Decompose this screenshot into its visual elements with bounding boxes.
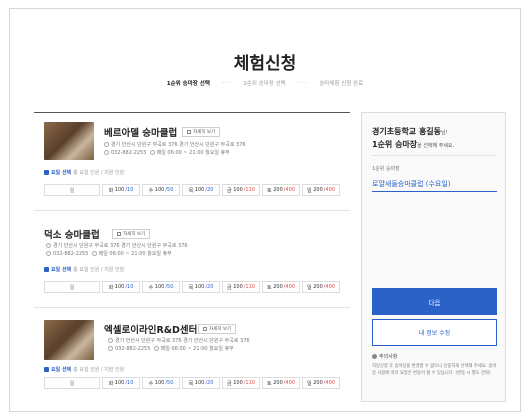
day-option[interactable]: 목 100/20: [182, 184, 220, 196]
day-select-label: 요일 선택 총 요일 인원 / 지원 인원: [44, 169, 124, 176]
detail-button[interactable]: 자세히 보기: [182, 127, 221, 137]
detail-button[interactable]: 자세히 보기: [112, 229, 151, 239]
club-contact: 032-882-2255 매일 06:00 ~ 21:00 월요일 휴무: [108, 345, 234, 353]
step-1: 1순위 승마장 선택: [166, 81, 210, 87]
greeting-instruction: 1순위 승마장을 선택해 주세요.: [372, 140, 455, 149]
panel-divider: [372, 155, 497, 156]
location-icon: [108, 338, 113, 343]
clock-icon: [91, 251, 97, 256]
day-option[interactable]: 일: [44, 281, 100, 293]
day-option[interactable]: 일 200/400: [302, 281, 340, 293]
phone-icon: [104, 150, 109, 155]
day-option[interactable]: 일: [44, 184, 100, 196]
club-card: 덕소 승마클럽 자세히 보기 경기 안산시 단원구 부곡로 376 경기 안산시…: [34, 211, 350, 308]
map-icon: [117, 231, 121, 236]
day-options: 일 화 100/10 수 100/50 목 100/20 금 100/110 토…: [44, 184, 340, 196]
next-button[interactable]: 다음: [372, 288, 497, 315]
step-separator: - - -: [221, 80, 232, 86]
selected-club-value: 로얄새들승마클럽 (수요일): [372, 180, 451, 188]
detail-button[interactable]: 자세히 보기: [198, 324, 237, 334]
day-option[interactable]: 금 100/110: [222, 377, 260, 389]
day-options: 일 화 100/10 수 100/50 목 100/20 금 100/110 토…: [44, 377, 340, 389]
club-card: 베르아델 승마클럽 자세히 보기 경기 안산시 단원구 부곡로 376 경기 안…: [34, 113, 350, 211]
club-address: 경기 안산시 단원구 부곡로 376 경기 안산시 단원구 부곡로 376: [104, 141, 246, 149]
notice-title: 주의사항: [372, 353, 397, 360]
day-option[interactable]: 토 200/400: [262, 281, 300, 293]
day-option[interactable]: 목 100/20: [182, 281, 220, 293]
calendar-icon: [44, 170, 49, 175]
step-2: 2순위 승마장 선택: [243, 81, 286, 87]
clock-icon: [149, 150, 155, 155]
day-option[interactable]: 화 100/10: [102, 377, 140, 389]
day-option[interactable]: 화 100/10: [102, 281, 140, 293]
day-option[interactable]: 금 100/110: [222, 184, 260, 196]
club-contact: 032-882-2255 매일 06:00 ~ 21:00 월요일 휴무: [46, 250, 172, 258]
day-option[interactable]: 일: [44, 377, 100, 389]
club-name: 베르아델 승마클럽: [104, 128, 178, 139]
riding-club-list: 베르아델 승마클럽 자세히 보기 경기 안산시 단원구 부곡로 376 경기 안…: [34, 112, 350, 405]
location-icon: [46, 243, 51, 248]
club-name: 덕소 승마클럽: [44, 230, 100, 241]
day-select-label: 요일 선택 총 요일 인원 / 지원 인원: [44, 266, 124, 273]
calendar-icon: [44, 367, 49, 372]
day-option[interactable]: 금 100/110: [222, 281, 260, 293]
page-title: 체험신청: [233, 54, 297, 74]
step-3: 승마체험 신청 완료: [319, 81, 364, 87]
club-photo: [44, 320, 94, 360]
day-options: 일 화 100/10 수 100/50 목 100/20 금 100/110 토…: [44, 281, 340, 293]
edit-profile-button[interactable]: 내 정보 수정: [372, 319, 497, 346]
club-name: 엑셀로이라인R&D센터: [104, 325, 198, 336]
calendar-icon: [44, 267, 49, 272]
day-option[interactable]: 토 200/400: [262, 184, 300, 196]
selection-panel: 경기초등학교 홍길동님! 1순위 승마장을 선택해 주세요. 1순위 승마장 로…: [361, 112, 506, 402]
day-option[interactable]: 일 200/400: [302, 377, 340, 389]
day-option[interactable]: 수 100/50: [142, 281, 180, 293]
day-option[interactable]: 수 100/50: [142, 184, 180, 196]
club-address: 경기 안산시 단원구 부곡로 376 경기 안산시 단원구 부곡로 376: [108, 337, 250, 345]
step-indicator: 1순위 승마장 선택 - - - 2순위 승마장 선택 - - - 승마체험 신…: [10, 79, 520, 87]
day-option[interactable]: 목 100/20: [182, 377, 220, 389]
day-option[interactable]: 수 100/50: [142, 377, 180, 389]
club-photo: [44, 122, 94, 160]
club-address: 경기 안산시 단원구 부곡로 376 경기 안산시 단원구 부곡로 376: [46, 242, 188, 250]
info-icon: [372, 354, 377, 359]
club-contact: 032-882-2255 매일 06:00 ~ 21:00 월요일 휴무: [104, 149, 230, 157]
greeting-name: 경기초등학교 홍길동님!: [372, 127, 448, 136]
selected-club-underline: [372, 191, 497, 192]
day-option[interactable]: 화 100/10: [102, 184, 140, 196]
day-select-label: 요일 선택 총 요일 인원 / 지원 인원: [44, 366, 124, 373]
day-option[interactable]: 일 200/400: [302, 184, 340, 196]
day-option[interactable]: 토 200/400: [262, 377, 300, 389]
map-icon: [203, 326, 207, 331]
selected-club-label: 1순위 승마장: [372, 166, 400, 172]
phone-icon: [46, 251, 51, 256]
step-separator: - - -: [297, 80, 308, 86]
club-card: 엑셀로이라인R&D센터 자세히 보기 경기 안산시 단원구 부곡로 376 경기…: [34, 308, 350, 405]
location-icon: [104, 142, 109, 147]
clock-icon: [153, 346, 159, 351]
map-icon: [187, 129, 191, 134]
notice-body: 희망신청 후 승마장을 변경할 수 없으니 신중하게 선택해 주세요. 승마장 …: [372, 364, 497, 376]
phone-icon: [108, 346, 113, 351]
